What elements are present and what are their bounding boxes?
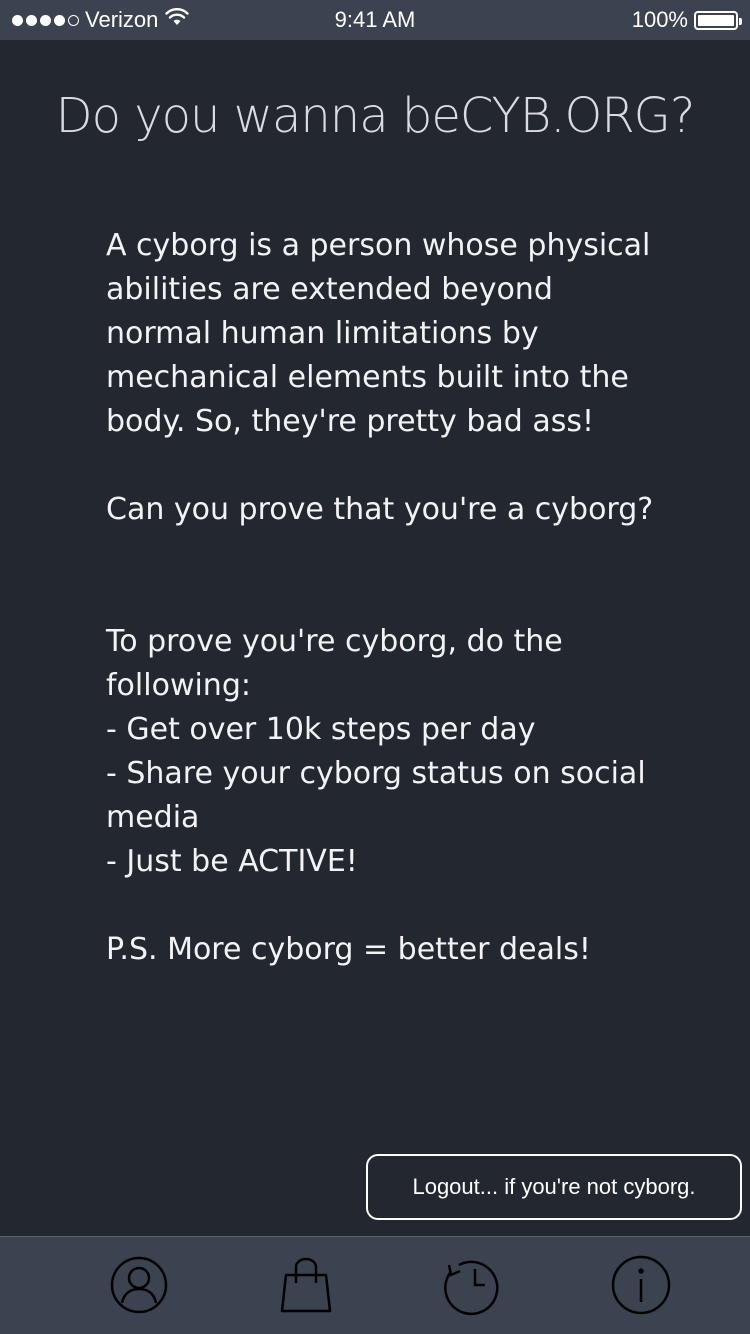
tab-history[interactable] <box>441 1253 505 1317</box>
page-title: Do you wanna beCYB.ORG? <box>55 88 696 144</box>
shopping-bag-icon <box>274 1253 338 1317</box>
status-bar: Verizon 9:41 AM 100% <box>0 0 750 40</box>
tab-shop[interactable] <box>274 1253 338 1317</box>
status-right: 100% <box>631 7 742 33</box>
tab-profile[interactable] <box>107 1253 171 1317</box>
logout-button[interactable]: Logout... if you're not cyborg. <box>366 1154 742 1220</box>
info-icon <box>610 1254 672 1316</box>
user-icon <box>109 1255 169 1315</box>
description-text: A cyborg is a person whose physical abil… <box>106 228 654 967</box>
battery-percentage: 100% <box>631 7 688 32</box>
tab-info[interactable] <box>609 1253 673 1317</box>
history-icon <box>441 1253 505 1317</box>
battery-icon <box>694 10 742 30</box>
tab-bar <box>0 1236 750 1334</box>
